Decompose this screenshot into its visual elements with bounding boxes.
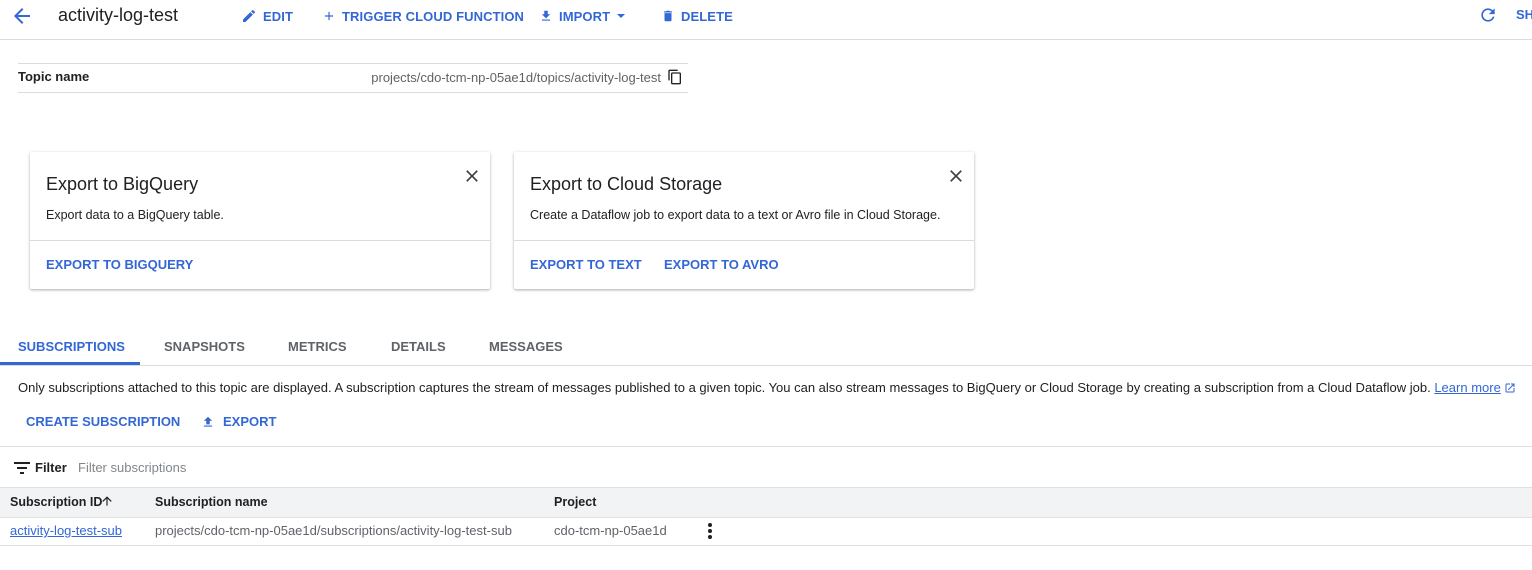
table-row: activity-log-test-sub projects/cdo-tcm-n… bbox=[0, 517, 1532, 546]
column-header-subscription-id[interactable]: Subscription ID bbox=[10, 495, 102, 509]
edit-button[interactable]: EDIT bbox=[241, 7, 293, 25]
column-header-project: Project bbox=[554, 495, 597, 509]
create-subscription-label: CREATE SUBSCRIPTION bbox=[26, 414, 181, 429]
topic-name-row: Topic name projects/cdo-tcm-np-05ae1d/to… bbox=[18, 63, 688, 93]
card-description: Export data to a BigQuery table. bbox=[46, 208, 224, 222]
export-cloud-storage-card: Export to Cloud Storage Create a Dataflo… bbox=[514, 152, 974, 289]
refresh-icon[interactable] bbox=[1478, 5, 1498, 25]
edit-label: EDIT bbox=[263, 8, 294, 24]
topic-name-label: Topic name bbox=[18, 69, 90, 84]
export-to-text-button[interactable]: EXPORT TO TEXT bbox=[530, 257, 642, 272]
filter-label: Filter bbox=[35, 460, 67, 475]
filter-bar: Filter bbox=[0, 446, 1532, 487]
export-label: EXPORT bbox=[223, 414, 277, 429]
close-icon[interactable] bbox=[462, 166, 482, 186]
filter-subscriptions-input[interactable] bbox=[74, 456, 482, 478]
top-toolbar: activity-log-test EDIT TRIGGER CLOUD FUN… bbox=[0, 0, 1532, 40]
import-button[interactable]: IMPORT bbox=[539, 7, 626, 25]
caret-down-icon bbox=[617, 14, 626, 18]
trash-icon bbox=[663, 10, 673, 22]
import-label: IMPORT bbox=[559, 8, 611, 24]
export-to-bigquery-button[interactable]: EXPORT TO BIGQUERY bbox=[46, 257, 193, 272]
tab-details[interactable]: DETAILS bbox=[391, 339, 446, 354]
subscription-name-cell: projects/cdo-tcm-np-05ae1d/subscriptions… bbox=[155, 523, 512, 538]
tab-messages[interactable]: MESSAGES bbox=[489, 339, 563, 354]
delete-label: DELETE bbox=[681, 8, 733, 24]
card-divider bbox=[30, 240, 490, 241]
copy-icon[interactable] bbox=[667, 69, 683, 85]
export-bigquery-card: Export to BigQuery Export data to a BigQ… bbox=[30, 152, 490, 289]
plus-icon bbox=[324, 11, 334, 21]
topic-name-value: projects/cdo-tcm-np-05ae1d/topics/activi… bbox=[371, 70, 661, 85]
table-header: Subscription ID Subscription name Projec… bbox=[0, 487, 1532, 518]
subscription-id-link[interactable]: activity-log-test-sub bbox=[10, 523, 122, 538]
share-button[interactable]: SH bbox=[1516, 7, 1532, 22]
active-tab-indicator bbox=[0, 362, 140, 365]
external-link-icon bbox=[1505, 383, 1515, 393]
page-title: activity-log-test bbox=[58, 5, 179, 25]
sort-arrow-up-icon[interactable] bbox=[100, 493, 114, 509]
back-arrow-icon[interactable] bbox=[10, 4, 34, 28]
tab-metrics[interactable]: METRICS bbox=[288, 339, 347, 354]
close-icon[interactable] bbox=[946, 166, 966, 186]
subscriptions-info: Only subscriptions attached to this topi… bbox=[18, 380, 1516, 395]
learn-more-link[interactable]: Learn more bbox=[1434, 380, 1500, 395]
download-icon bbox=[541, 10, 551, 21]
trigger-cloud-function-button[interactable]: TRIGGER CLOUD FUNCTION bbox=[322, 7, 524, 25]
export-to-avro-button[interactable]: EXPORT TO AVRO bbox=[664, 257, 779, 272]
create-subscription-button[interactable]: CREATE SUBSCRIPTION bbox=[26, 414, 180, 429]
card-divider bbox=[514, 240, 974, 241]
pencil-icon bbox=[243, 9, 256, 22]
project-cell: cdo-tcm-np-05ae1d bbox=[554, 523, 667, 538]
delete-button[interactable]: DELETE bbox=[661, 7, 733, 25]
tab-subscriptions[interactable]: SUBSCRIPTIONS bbox=[18, 339, 125, 354]
more-vert-icon[interactable] bbox=[703, 522, 717, 540]
column-header-subscription-name: Subscription name bbox=[155, 495, 268, 509]
card-description: Create a Dataflow job to export data to … bbox=[530, 208, 941, 222]
trigger-label: TRIGGER CLOUD FUNCTION bbox=[342, 8, 525, 24]
upload-icon bbox=[203, 416, 213, 427]
tab-bar: SUBSCRIPTIONS SNAPSHOTS METRICS DETAILS … bbox=[0, 327, 1532, 366]
card-title: Export to Cloud Storage bbox=[530, 174, 723, 194]
info-text: Only subscriptions attached to this topi… bbox=[18, 380, 1431, 395]
card-title: Export to BigQuery bbox=[46, 174, 199, 194]
filter-icon bbox=[14, 462, 30, 474]
tab-snapshots[interactable]: SNAPSHOTS bbox=[164, 339, 245, 354]
export-button[interactable]: EXPORT bbox=[201, 414, 276, 429]
